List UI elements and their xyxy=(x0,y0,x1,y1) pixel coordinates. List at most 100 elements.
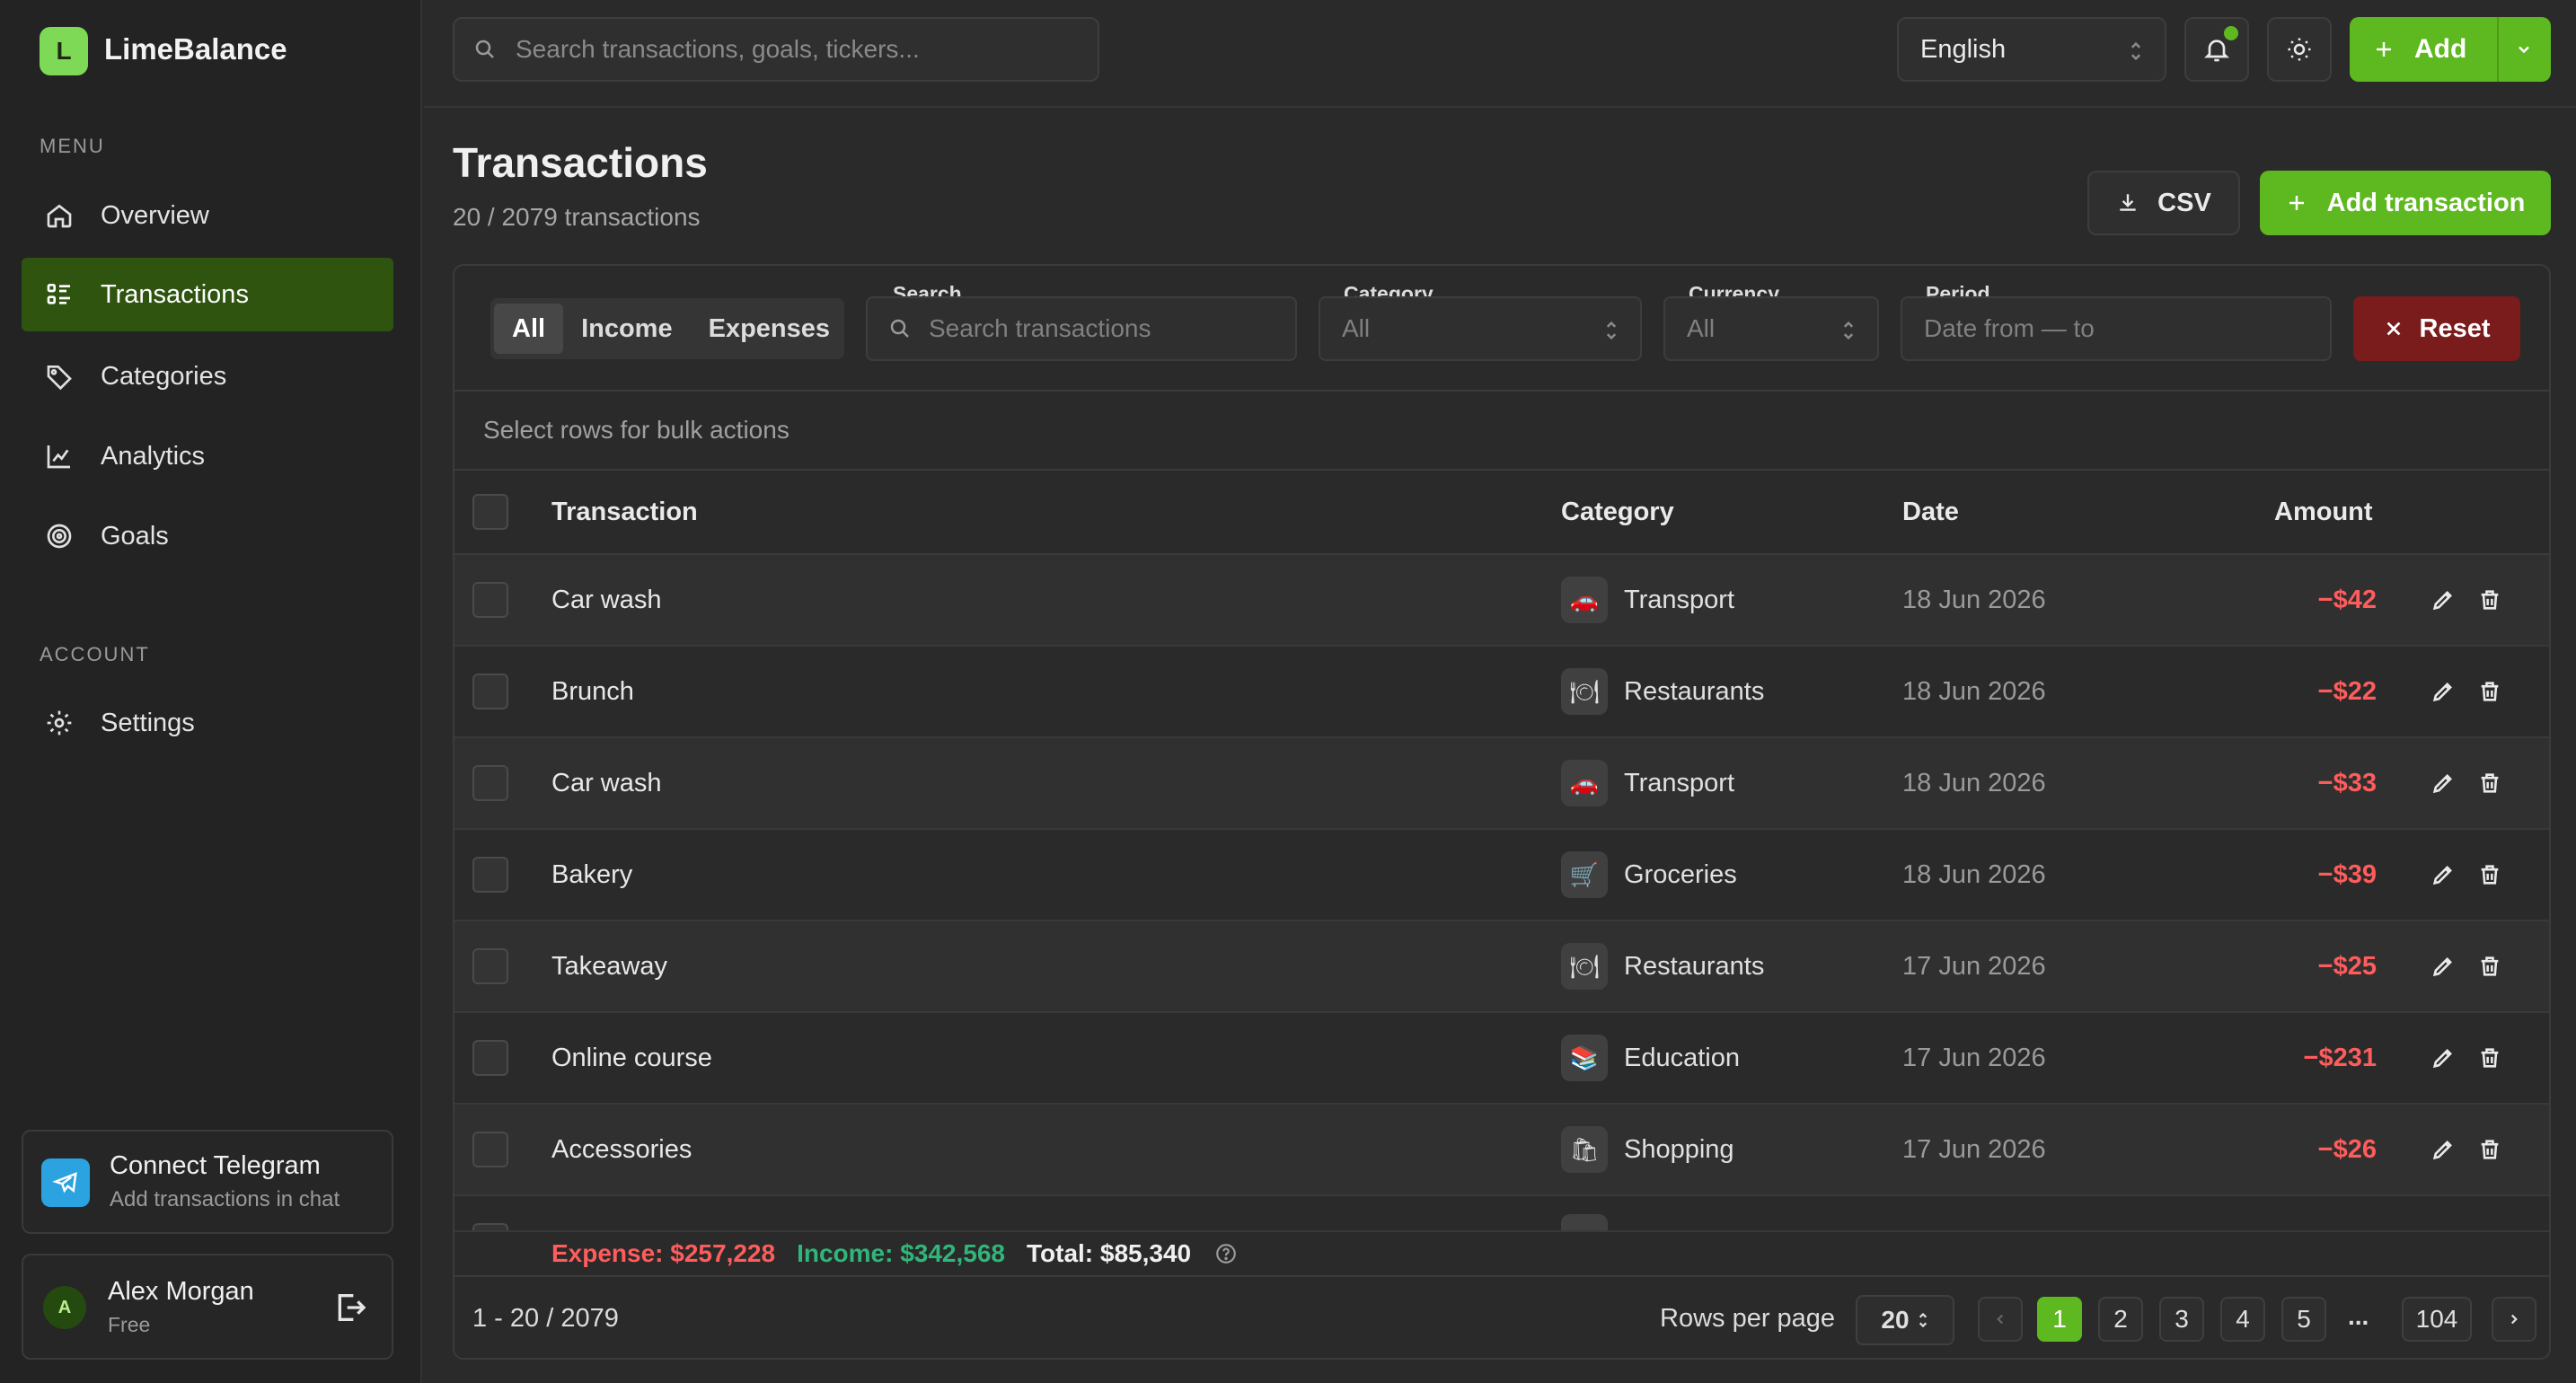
logout-icon[interactable] xyxy=(332,1290,368,1326)
csv-export-button[interactable]: CSV xyxy=(2087,171,2240,235)
chevron-down-icon[interactable] xyxy=(2515,40,2533,58)
chevron-updown-icon xyxy=(1602,318,1620,343)
table-row[interactable]: Car wash 🚗 Transport 18 Jun 2026 −$42 xyxy=(454,555,2549,647)
rows-per-page-value: 20 xyxy=(1881,1306,1910,1334)
pagination-bar: 1 - 20 / 2079 Rows per page 20 1 2 3 4 5… xyxy=(454,1275,2549,1358)
trash-icon[interactable] xyxy=(2477,587,2502,612)
row-checkbox[interactable] xyxy=(472,857,508,893)
table-row[interactable]: Car wash 🚗 Transport 18 Jun 2026 −$33 xyxy=(454,738,2549,830)
transaction-amount: −$42 xyxy=(2317,585,2377,614)
tab-all[interactable]: All xyxy=(494,304,564,354)
connect-telegram-card[interactable]: Connect Telegram Add transactions in cha… xyxy=(22,1130,393,1234)
add-transaction-label: Add transaction xyxy=(2326,188,2526,217)
page-2-button[interactable]: 2 xyxy=(2098,1297,2143,1342)
column-date[interactable]: Date xyxy=(1902,498,1959,527)
table-row[interactable]: Brunch 🍽 Restaurants 18 Jun 2026 −$22 xyxy=(454,647,2549,738)
category-cell: 🛒 Groceries xyxy=(1561,830,1737,920)
gear-icon xyxy=(43,707,75,739)
table-row[interactable]: Online course 📚 Education 17 Jun 2026 −$231 xyxy=(454,1013,2549,1105)
page-1-button[interactable]: 1 xyxy=(2037,1297,2082,1342)
global-search-placeholder: Search transactions, goals, tickers... xyxy=(516,35,920,63)
transaction-name: Takeaway xyxy=(551,951,667,981)
income-total: Income: $342,568 xyxy=(797,1239,1005,1267)
chevron-updown-icon xyxy=(1839,318,1857,343)
edit-icon[interactable] xyxy=(2430,587,2456,612)
trash-icon[interactable] xyxy=(2477,1137,2502,1162)
next-page-button[interactable] xyxy=(2492,1297,2536,1342)
type-segmented-control: All Income Expenses xyxy=(490,298,844,359)
tab-expenses[interactable]: Expenses xyxy=(691,304,848,354)
row-checkbox[interactable] xyxy=(472,1040,508,1076)
page-last-button[interactable]: 104 xyxy=(2402,1297,2472,1342)
sidebar-item-settings[interactable]: Settings xyxy=(22,686,393,760)
trash-icon[interactable] xyxy=(2477,679,2502,704)
sidebar-item-label: Overview xyxy=(101,200,209,230)
rows-per-page-select[interactable]: 20 xyxy=(1856,1295,1954,1345)
prev-page-button[interactable] xyxy=(1978,1297,2023,1342)
edit-icon[interactable] xyxy=(2430,954,2456,979)
edit-icon[interactable] xyxy=(2430,862,2456,887)
reset-filters-button[interactable]: Reset xyxy=(2353,296,2520,361)
page-title: Transactions xyxy=(453,139,708,186)
sidebar-item-label: Categories xyxy=(101,361,227,391)
transaction-name: Car wash xyxy=(551,768,662,797)
column-amount[interactable]: Amount xyxy=(2274,498,2373,527)
sidebar-item-label: Transactions xyxy=(101,279,249,309)
edit-icon[interactable] xyxy=(2430,679,2456,704)
sidebar-item-goals[interactable]: Goals xyxy=(22,499,393,573)
global-search-input[interactable]: Search transactions, goals, tickers... xyxy=(453,17,1099,82)
trash-icon[interactable] xyxy=(2477,1045,2502,1070)
row-checkbox[interactable] xyxy=(472,765,508,801)
sidebar-item-categories[interactable]: Categories xyxy=(22,339,393,413)
row-checkbox[interactable] xyxy=(472,582,508,618)
column-transaction[interactable]: Transaction xyxy=(551,498,698,527)
table-row[interactable]: Takeaway 🍽 Restaurants 17 Jun 2026 −$25 xyxy=(454,921,2549,1013)
transaction-amount: −$22 xyxy=(2317,676,2377,706)
row-checkbox[interactable] xyxy=(472,948,508,984)
transaction-date: 18 Jun 2026 xyxy=(1902,859,2046,889)
tab-income[interactable]: Income xyxy=(563,304,691,354)
category-filter-value: All xyxy=(1342,314,1371,342)
download-icon xyxy=(2116,191,2139,215)
reset-label: Reset xyxy=(2419,313,2491,343)
trash-icon[interactable] xyxy=(2477,771,2502,796)
category-label: Restaurants xyxy=(1624,676,1765,706)
language-select[interactable]: English xyxy=(1897,17,2166,82)
chevron-updown-icon xyxy=(1917,1310,1929,1330)
notifications-button[interactable] xyxy=(2184,17,2249,82)
category-icon: 🍽 xyxy=(1561,943,1608,990)
info-icon[interactable] xyxy=(1214,1242,1238,1265)
row-checkbox[interactable] xyxy=(472,1132,508,1167)
page-4-button[interactable]: 4 xyxy=(2220,1297,2265,1342)
transaction-date: 17 Jun 2026 xyxy=(1902,1043,2046,1072)
trash-icon[interactable] xyxy=(2477,862,2502,887)
select-all-checkbox[interactable] xyxy=(472,494,508,530)
table-row[interactable]: Bakery 🛒 Groceries 18 Jun 2026 −$39 xyxy=(454,830,2549,921)
currency-filter-select[interactable]: All xyxy=(1663,296,1879,361)
edit-icon[interactable] xyxy=(2430,1137,2456,1162)
search-filter-input[interactable]: Search transactions xyxy=(866,296,1297,361)
period-filter-input[interactable]: Date from — to xyxy=(1901,296,2332,361)
user-card: A Alex Morgan Free xyxy=(22,1254,393,1360)
sidebar-item-transactions[interactable]: Transactions xyxy=(22,258,393,331)
trash-icon[interactable] xyxy=(2477,954,2502,979)
add-button[interactable]: Add xyxy=(2350,17,2551,82)
telegram-title: Connect Telegram xyxy=(110,1151,321,1180)
edit-icon[interactable] xyxy=(2430,1045,2456,1070)
row-checkbox[interactable] xyxy=(472,674,508,709)
user-name: Alex Morgan xyxy=(108,1277,254,1306)
menu-section-label: MENU xyxy=(40,135,105,157)
sidebar-item-overview[interactable]: Overview xyxy=(22,179,393,252)
table-row[interactable]: Accessories 🛍 Shopping 17 Jun 2026 −$26 xyxy=(454,1105,2549,1196)
theme-toggle-button[interactable] xyxy=(2267,17,2332,82)
transaction-amount: −$26 xyxy=(2317,1134,2377,1164)
page-3-button[interactable]: 3 xyxy=(2159,1297,2204,1342)
sidebar-item-analytics[interactable]: Analytics xyxy=(22,419,393,493)
transaction-name: Online course xyxy=(551,1043,712,1072)
sidebar-item-label: Goals xyxy=(101,521,169,551)
column-category[interactable]: Category xyxy=(1561,498,1674,527)
edit-icon[interactable] xyxy=(2430,771,2456,796)
page-5-button[interactable]: 5 xyxy=(2281,1297,2326,1342)
category-filter-select[interactable]: All xyxy=(1319,296,1642,361)
add-transaction-button[interactable]: Add transaction xyxy=(2260,171,2551,235)
